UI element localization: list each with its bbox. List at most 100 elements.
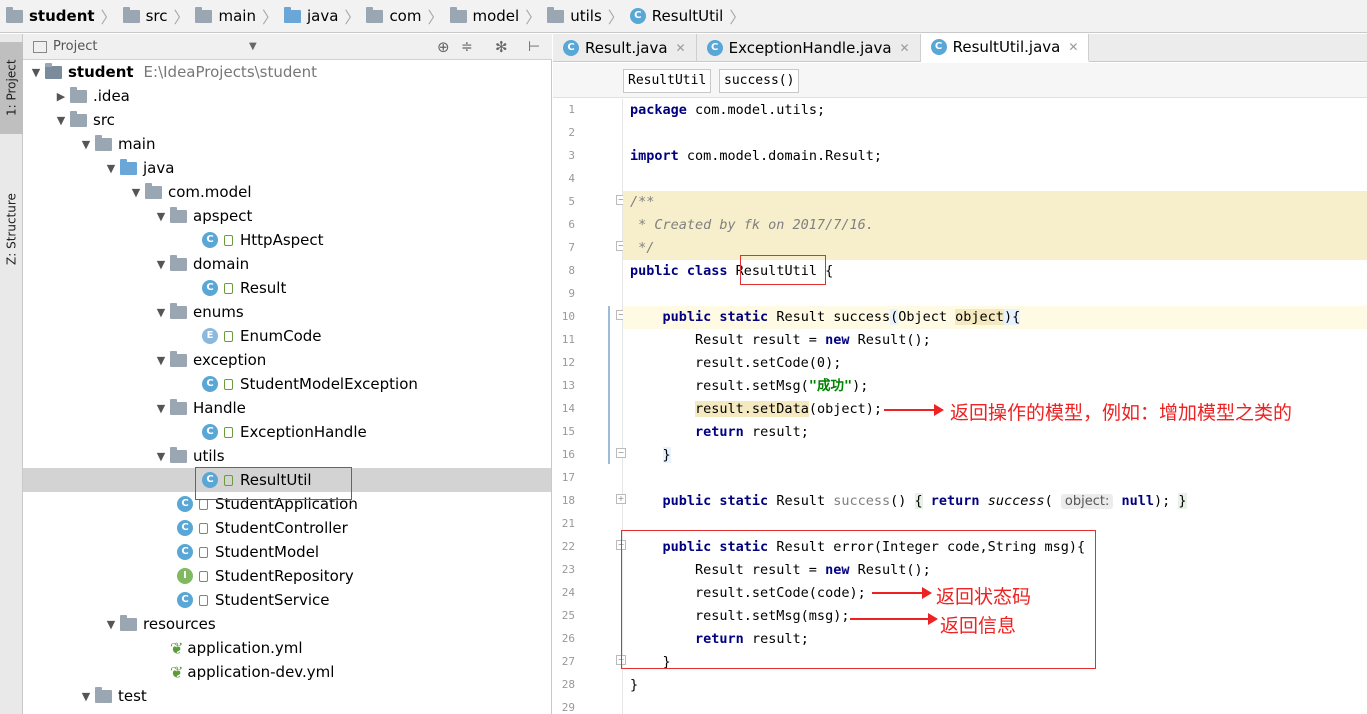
line-number: 28 (561, 678, 575, 691)
line-number: 15 (561, 425, 575, 438)
breadcrumb-label: java (306, 7, 339, 25)
class-icon: C (629, 8, 646, 24)
line-number: 1 (568, 103, 575, 116)
chevron-right-icon: 〉 (100, 8, 117, 27)
close-icon[interactable]: ✕ (676, 41, 686, 55)
breadcrumb-item[interactable]: C ResultUtil 〉 (629, 0, 752, 33)
chevron-down-icon[interactable]: ▼ (249, 41, 257, 52)
chevron-down-icon[interactable]: ▼ (52, 114, 70, 127)
chevron-down-icon[interactable]: ▼ (77, 138, 95, 151)
line-number: 25 (561, 609, 575, 622)
tree-item-label: apspect (193, 207, 253, 225)
module-icon (45, 62, 62, 79)
chevron-down-icon[interactable]: ▼ (152, 354, 170, 367)
breadcrumb-item[interactable]: com 〉 (366, 0, 449, 33)
tree-item[interactable]: ▼ enums (23, 300, 551, 324)
tree-item[interactable]: ▼ com.model (23, 180, 551, 204)
tree-item-label: EnumCode (240, 327, 322, 345)
line-number: 7 (568, 241, 575, 254)
hide-panel-icon[interactable]: ⊢ (528, 39, 540, 55)
tree-item[interactable]: ❦ application.yml (23, 636, 551, 660)
tree-item[interactable]: E EnumCode (23, 324, 551, 348)
editor-tab[interactable]: C ExceptionHandle.java ✕ (697, 34, 921, 62)
line-number: 2 (568, 126, 575, 139)
package-icon (170, 302, 187, 319)
chevron-down-icon[interactable]: ▼ (152, 402, 170, 415)
tree-item[interactable]: C Result (23, 276, 551, 300)
tree-item[interactable]: C StudentModelException (23, 372, 551, 396)
tree-item[interactable]: ▼ test (23, 684, 551, 708)
class-icon: C (177, 496, 193, 512)
chevron-down-icon[interactable]: ▼ (102, 162, 120, 175)
editor-tab[interactable]: C ResultUtil.java ✕ (920, 34, 1090, 62)
chevron-down-icon[interactable]: ▼ (77, 690, 95, 703)
line-number: 4 (568, 172, 575, 185)
tree-item[interactable]: C HttpAspect (23, 228, 551, 252)
package-icon (170, 398, 187, 415)
tree-item[interactable]: ▼ java (23, 156, 551, 180)
tree-item-label: domain (193, 255, 250, 273)
tree-item[interactable]: ▼ utils (23, 444, 551, 468)
chevron-down-icon[interactable]: ▼ (152, 306, 170, 319)
tree-item[interactable]: I StudentRepository (23, 564, 551, 588)
target-icon[interactable]: ⊕ (437, 38, 450, 56)
close-icon[interactable]: ✕ (900, 41, 910, 55)
breadcrumb-item[interactable]: java 〉 (283, 0, 366, 33)
tree-item[interactable]: ▼ apspect (23, 204, 551, 228)
chevron-down-icon[interactable]: ▼ (152, 258, 170, 271)
breadcrumb-item[interactable]: utils 〉 (547, 0, 630, 33)
tree-item-label: exception (193, 351, 267, 369)
breadcrumb-item[interactable]: student 〉 (6, 0, 123, 33)
structure-tool-tab[interactable]: Z: Structure (0, 174, 23, 284)
folder-icon (283, 6, 301, 23)
chevron-down-icon[interactable]: ▼ (27, 66, 45, 79)
tree-item[interactable]: ▼ src (23, 108, 551, 132)
code-line: } (630, 677, 639, 693)
tree-item[interactable]: ▼ Handle (23, 396, 551, 420)
tree-item[interactable]: C StudentService (23, 588, 551, 612)
tree-item-label: enums (193, 303, 244, 321)
line-number: 18 (561, 494, 575, 507)
tree-item[interactable]: C ExceptionHandle (23, 420, 551, 444)
tree-item[interactable]: ▼ student E:\IdeaProjects\student (23, 60, 551, 84)
tree-item[interactable]: C StudentModel (23, 540, 551, 564)
chevron-down-icon[interactable]: ▼ (102, 618, 120, 631)
interface-icon: I (177, 568, 193, 584)
editor-tab[interactable]: C Result.java ✕ (553, 34, 697, 62)
code-line: public static Result success() { return … (662, 493, 1187, 509)
breadcrumb-class[interactable]: ResultUtil (623, 69, 712, 93)
project-view-title[interactable]: Project (53, 39, 97, 54)
chevron-down-icon[interactable]: ▼ (152, 210, 170, 223)
tree-item[interactable]: ▼ main (23, 132, 551, 156)
tree-item-label: Result (240, 279, 287, 297)
tree-item-label: application.yml (187, 639, 303, 657)
chevron-down-icon[interactable]: ▼ (152, 450, 170, 463)
package-icon (145, 182, 162, 199)
breadcrumb-label: src (145, 7, 168, 25)
tree-item[interactable]: ▼ domain (23, 252, 551, 276)
chevron-right-icon: 〉 (729, 8, 746, 27)
collapse-icon[interactable]: ≑ (461, 39, 473, 55)
line-number: 10 (561, 310, 575, 323)
close-icon[interactable]: ✕ (1068, 40, 1078, 54)
chevron-right-icon[interactable]: ▶ (52, 90, 70, 103)
tree-item[interactable]: ▼ resources (23, 612, 551, 636)
breadcrumb-method[interactable]: success() (719, 69, 800, 93)
folder-icon (122, 6, 140, 23)
breadcrumb-item[interactable]: src 〉 (122, 0, 196, 33)
chevron-right-icon: 〉 (607, 8, 624, 27)
breadcrumb-item[interactable]: main 〉 (195, 0, 284, 33)
breadcrumb-item[interactable]: model 〉 (449, 0, 548, 33)
tree-item[interactable]: C StudentController (23, 516, 551, 540)
tree-item[interactable]: ▶ .idea (23, 84, 551, 108)
line-number: 23 (561, 563, 575, 576)
tree-item[interactable]: ❦ application-dev.yml (23, 660, 551, 684)
gear-icon[interactable]: ✻ (495, 38, 508, 56)
editor-breadcrumb: ResultUtil success() (553, 63, 1367, 98)
tree-item[interactable]: ▼ exception (23, 348, 551, 372)
chevron-down-icon[interactable]: ▼ (127, 186, 145, 199)
folder-icon (70, 110, 87, 127)
code-line: } (662, 447, 671, 463)
breadcrumb-label: ResultUtil (651, 7, 724, 25)
project-tool-tab[interactable]: 1: Project (0, 42, 23, 134)
